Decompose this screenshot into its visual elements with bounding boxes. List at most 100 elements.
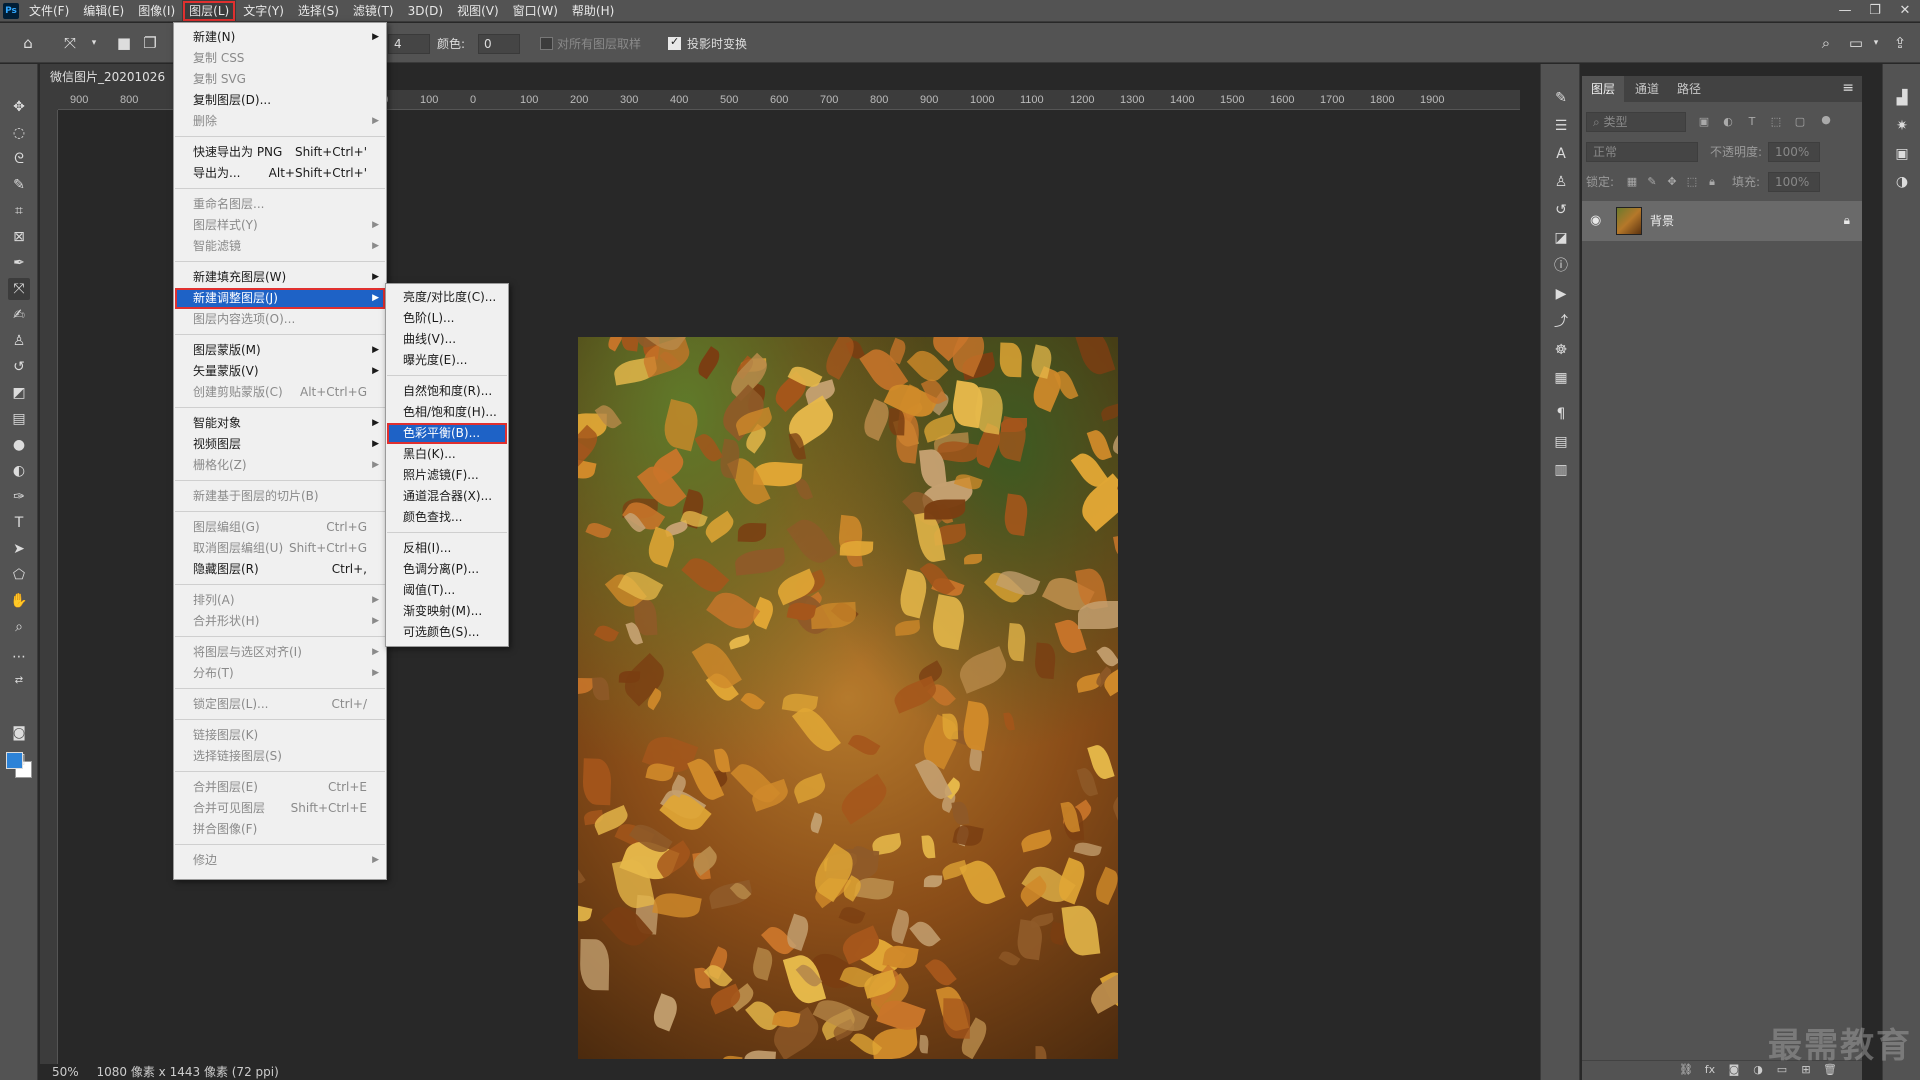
layer-menu-item[interactable]: 修边 ▶ xyxy=(175,850,385,871)
layer-menu-item[interactable]: 复制图层(D)... xyxy=(175,90,385,111)
menu-0[interactable]: 文件(F) xyxy=(22,0,76,22)
fill-field[interactable]: 100% xyxy=(1768,172,1820,192)
layer-style-icon[interactable]: fx xyxy=(1702,1063,1718,1079)
layer-menu-item[interactable]: 链接图层(K) xyxy=(175,725,385,746)
layer-menu-item[interactable]: 智能对象 ▶ xyxy=(175,413,385,434)
search-icon[interactable]: ⌕ xyxy=(1816,33,1836,53)
close-icon[interactable]: ✕ xyxy=(1890,0,1920,22)
marquee-tool-icon[interactable]: ◌ xyxy=(8,122,30,144)
table-icon[interactable]: ▦ xyxy=(1551,368,1571,388)
paths-icon[interactable]: ⤴ xyxy=(1551,312,1571,332)
zoom-level[interactable]: 50% xyxy=(52,1065,79,1079)
character-icon[interactable]: A xyxy=(1551,144,1571,164)
adjustment-menu-item[interactable]: 反相(I)... xyxy=(387,538,507,559)
color-field[interactable]: 0 xyxy=(478,34,520,54)
layer-menu-item[interactable]: 图层内容选项(O)... xyxy=(175,309,385,330)
foreground-color-swatch[interactable] xyxy=(6,752,23,769)
filter-adjustment-icon[interactable]: ◐ xyxy=(1720,114,1736,130)
adjustment-layer-icon[interactable]: ◑ xyxy=(1750,1063,1766,1079)
adjustment-menu-item[interactable]: 曲线(V)... xyxy=(387,329,507,350)
filter-shape-icon[interactable]: ⬚ xyxy=(1768,114,1784,130)
history-icon[interactable]: ↺ xyxy=(1551,200,1571,220)
layer-menu-item[interactable]: 矢量蒙版(V) ▶ xyxy=(175,361,385,382)
adjustment-menu-item[interactable]: 渐变映射(M)... xyxy=(387,601,507,622)
eyedropper-tool-icon[interactable]: ✒ xyxy=(8,252,30,274)
lock-position-icon[interactable]: ✥ xyxy=(1664,174,1680,190)
paragraph-icon[interactable]: ¶ xyxy=(1551,404,1571,424)
menu-4[interactable]: 文字(Y) xyxy=(236,0,291,22)
chevron-down-icon[interactable]: ▾ xyxy=(1866,33,1886,53)
visibility-eye-icon[interactable]: ◉ xyxy=(1590,213,1601,228)
layer-menu-item[interactable]: 视频图层 ▶ xyxy=(175,434,385,455)
new-selection-icon[interactable]: ■ xyxy=(114,33,134,53)
histogram-icon[interactable]: ▟ xyxy=(1892,88,1912,108)
layer-menu-item[interactable]: 新建(N) ▶ xyxy=(175,27,385,48)
layer-menu-item[interactable]: 取消图层编组(U) Shift+Ctrl+G xyxy=(175,538,385,559)
size-field[interactable]: 4 xyxy=(388,34,430,54)
layer-name[interactable]: 背景 xyxy=(1650,201,1674,241)
lock-transparent-icon[interactable]: ▦ xyxy=(1624,174,1640,190)
libraries-icon[interactable]: ▣ xyxy=(1892,144,1912,164)
home-icon[interactable]: ⌂ xyxy=(18,33,38,53)
dodge-tool-icon[interactable]: ◐ xyxy=(8,460,30,482)
move-tool-icon[interactable]: ✥ xyxy=(8,96,30,118)
adjustment-menu-item[interactable]: 阈值(T)... xyxy=(387,580,507,601)
shape-tool-icon[interactable]: ⬠ xyxy=(8,564,30,586)
adjustment-menu-item[interactable]: 颜色查找... xyxy=(387,507,507,528)
layer-menu-item[interactable]: 分布(T) ▶ xyxy=(175,663,385,684)
menu-7[interactable]: 3D(D) xyxy=(401,0,450,22)
layer-menu-item[interactable]: 新建基于图层的切片(B) xyxy=(175,486,385,507)
minimize-icon[interactable]: — xyxy=(1830,0,1860,22)
tab-layers[interactable]: 图层 xyxy=(1582,76,1625,102)
quick-selection-tool-icon[interactable]: ✎ xyxy=(8,174,30,196)
add-mask-icon[interactable]: ◙ xyxy=(1726,1063,1742,1079)
layer-menu-item[interactable]: 栅格化(Z) ▶ xyxy=(175,455,385,476)
glyphs-icon[interactable]: ▤ xyxy=(1551,432,1571,452)
chevron-down-icon[interactable]: ▾ xyxy=(84,33,104,53)
layer-menu-item[interactable]: 新建调整图层(J) ▶ xyxy=(175,288,385,309)
adjustment-menu-item[interactable]: 色调分离(P)... xyxy=(387,559,507,580)
crop-tool-icon[interactable]: ⌗ xyxy=(8,200,30,222)
menu-10[interactable]: 帮助(H) xyxy=(565,0,621,22)
layer-menu-item[interactable]: 图层样式(Y) ▶ xyxy=(175,215,385,236)
opacity-field[interactable]: 100% xyxy=(1768,142,1820,162)
quick-mask-icon[interactable]: ◙ xyxy=(8,722,30,744)
restore-icon[interactable]: ❐ xyxy=(1860,0,1890,22)
adjustment-menu-item[interactable]: 通道混合器(X)... xyxy=(387,486,507,507)
history-brush-tool-icon[interactable]: ↺ xyxy=(8,356,30,378)
patch-tool-icon[interactable]: ⤧ xyxy=(8,278,30,300)
zoom-tool-icon[interactable]: ⌕ xyxy=(8,616,30,638)
layer-menu-item[interactable]: 新建填充图层(W) ▶ xyxy=(175,267,385,288)
blur-tool-icon[interactable]: ● xyxy=(8,434,30,456)
adjustment-menu-item[interactable]: 照片滤镜(F)... xyxy=(387,465,507,486)
layer-menu-item[interactable]: 锁定图层(L)... Ctrl+/ xyxy=(175,694,385,715)
photoshop-logo-icon[interactable]: Ps xyxy=(0,0,22,22)
info-icon[interactable]: ⓘ xyxy=(1551,256,1571,276)
transform-on-drop-checkbox[interactable] xyxy=(668,35,681,50)
layer-menu-item[interactable]: 图层蒙版(M) ▶ xyxy=(175,340,385,361)
menu-3[interactable]: 图层(L) xyxy=(182,0,237,22)
link-layers-icon[interactable]: ⛓ xyxy=(1678,1063,1694,1079)
menu-6[interactable]: 滤镜(T) xyxy=(346,0,401,22)
adjustment-menu-item[interactable]: 黑白(K)... xyxy=(387,444,507,465)
gradient-tool-icon[interactable]: ▤ xyxy=(8,408,30,430)
more-tools-icon[interactable]: ⋯ xyxy=(8,646,30,668)
document-tab[interactable]: 微信图片_20201026 xyxy=(40,64,180,90)
clone-source-icon[interactable]: ♙ xyxy=(1551,172,1571,192)
layer-row-background[interactable]: ◉ 背景 🔒︎ xyxy=(1582,201,1862,241)
filter-type-icon[interactable]: T xyxy=(1744,114,1760,130)
menu-2[interactable]: 图像(I) xyxy=(131,0,182,22)
layer-menu-item[interactable]: 合并图层(E) Ctrl+E xyxy=(175,777,385,798)
actions-icon[interactable]: ▶ xyxy=(1551,284,1571,304)
layer-menu-item[interactable]: 复制 CSS xyxy=(175,48,385,69)
type-tool-icon[interactable]: T xyxy=(8,512,30,534)
lock-image-icon[interactable]: ✎ xyxy=(1644,174,1660,190)
layer-menu-item[interactable]: 隐藏图层(R) Ctrl+, xyxy=(175,559,385,580)
layer-menu-item[interactable]: 合并形状(H) ▶ xyxy=(175,611,385,632)
layer-menu-item[interactable]: 删除 ▶ xyxy=(175,111,385,132)
menu-1[interactable]: 编辑(E) xyxy=(76,0,131,22)
filter-pixel-icon[interactable]: ▣ xyxy=(1696,114,1712,130)
filter-toggle-icon[interactable]: ● xyxy=(1818,112,1834,128)
adjustments-panel-icon[interactable]: ◑ xyxy=(1892,172,1912,192)
adjustment-menu-item[interactable]: 曝光度(E)... xyxy=(387,350,507,371)
